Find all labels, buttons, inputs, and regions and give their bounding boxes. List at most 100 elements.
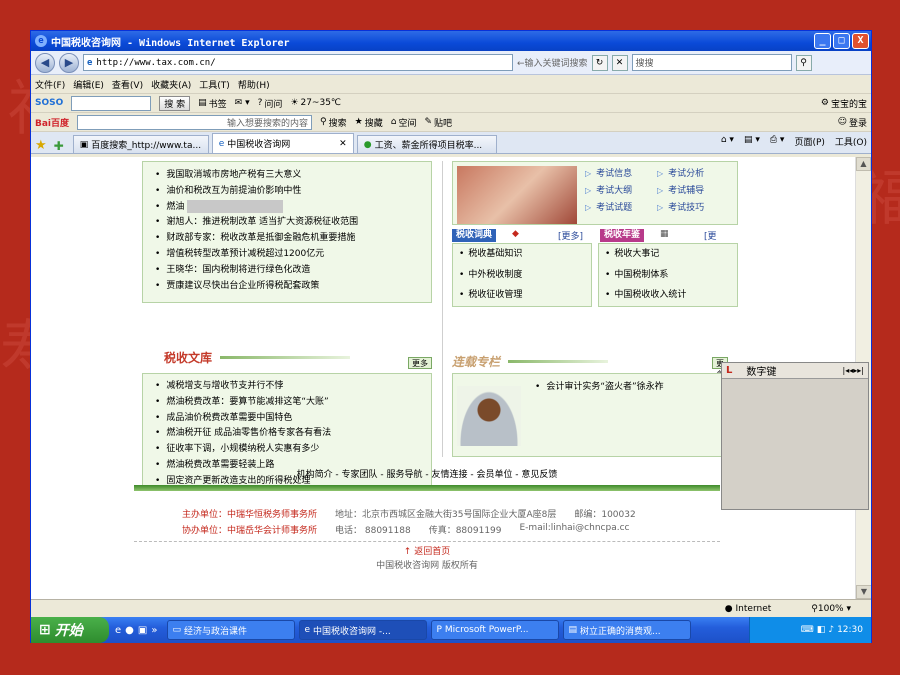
news-item[interactable]: 谢旭人：推进税制改革 适当扩大资源税征收范围 bbox=[155, 215, 431, 231]
wenku-more-button[interactable]: 更多 bbox=[408, 357, 432, 369]
home-icon[interactable]: ⌂ ▾ bbox=[721, 135, 734, 148]
exam-link[interactable]: 考试辅导 bbox=[657, 183, 729, 198]
email-text[interactable]: E-mail:linhai@chncpa.cc bbox=[520, 523, 630, 536]
tab-baidu[interactable]: ▣ 百度搜索_http://www.ta... bbox=[72, 135, 209, 153]
scroll-up-icon[interactable]: ▲ bbox=[856, 157, 871, 171]
task-button[interactable]: P Microsoft PowerP... bbox=[431, 620, 560, 640]
tax-yearbook-item[interactable]: 中国税收收入统计 bbox=[605, 285, 686, 306]
ie-quick-icon[interactable]: e bbox=[115, 625, 121, 636]
keyboard-icon[interactable]: ⌨ bbox=[801, 625, 814, 635]
tax-yearbook-item[interactable]: 税收大事记 bbox=[605, 244, 686, 265]
menu-view[interactable]: 查看(V) bbox=[112, 78, 143, 91]
footer-nav[interactable]: 机构简介 - 专家团队 - 服务导航 - 友情连接 - 会员单位 - 意见反馈 bbox=[134, 467, 720, 480]
favorites-star-icon[interactable]: ★ bbox=[35, 138, 47, 153]
menu-edit[interactable]: 编辑(E) bbox=[73, 78, 104, 91]
keypad-header[interactable]: L 数字键 |◂◂▸▸| bbox=[722, 363, 868, 379]
desktop-icon[interactable]: ▣ bbox=[138, 625, 147, 636]
news-item[interactable]: 贾康建议尽快出台企业所得税配套政策 bbox=[155, 279, 431, 295]
title-bar[interactable]: e 中国税收咨询网 - Windows Internet Explorer _ … bbox=[31, 31, 871, 51]
back-button[interactable]: ◀ bbox=[35, 52, 55, 73]
menu-favorites[interactable]: 收藏夹(A) bbox=[151, 78, 191, 91]
print-icon[interactable]: ⎙ ▾ bbox=[770, 135, 785, 148]
exam-link[interactable]: 考试试题 bbox=[585, 200, 657, 215]
zoom-control[interactable]: ⚲100% ▾ bbox=[811, 604, 851, 614]
wenku-item[interactable]: 燃油税开征 成品油零售价格专家各有看法 bbox=[155, 426, 431, 442]
column-item[interactable]: 会计审计实务“盗火者”徐永祚 bbox=[535, 380, 663, 396]
media-icon[interactable]: ● bbox=[125, 625, 134, 636]
close-button[interactable]: X bbox=[852, 33, 869, 49]
forward-button[interactable]: ▶ bbox=[59, 52, 79, 73]
tab-close-icon[interactable]: ✕ bbox=[339, 139, 347, 149]
address-text: 地址：北京市西城区金融大街35号国际企业大厦A座8层 bbox=[335, 510, 557, 520]
tab-tax-rate[interactable]: ● 工资、薪金所得项目税率... bbox=[356, 135, 497, 153]
wenku-item[interactable]: 征收率下调，小规模纳税人实惠有多少 bbox=[155, 442, 431, 458]
tax-dict-item[interactable]: 税收征收管理 bbox=[459, 285, 522, 306]
question-icon: ? bbox=[257, 98, 263, 108]
space-button[interactable]: ⌂ 空间 bbox=[391, 116, 417, 129]
refresh-icon[interactable]: ↻ bbox=[591, 54, 608, 71]
search-input[interactable]: 搜搜 bbox=[631, 54, 792, 71]
task-button[interactable]: ▤ 树立正确的消费观... bbox=[563, 620, 692, 640]
address-bar[interactable]: e http://www.tax.com.cn/ bbox=[83, 54, 513, 71]
baby-link[interactable]: ⚙ 宝宝的宝 bbox=[821, 97, 867, 110]
tab-tax-site[interactable]: e 中国税收咨询网 ✕ bbox=[211, 133, 354, 153]
start-button[interactable]: ⊞ 开始 bbox=[31, 617, 109, 643]
news-item[interactable]: 王晓华：国内税制将进行绿色化改造 bbox=[155, 263, 431, 279]
news-item[interactable]: 财政部专家：税收改革是抵御金融危机重要措施 bbox=[155, 231, 431, 247]
search-icon[interactable]: ⚲ bbox=[795, 54, 812, 71]
weather-item[interactable]: ☀ 27~35℃ bbox=[290, 98, 341, 108]
exam-link[interactable]: 考试分析 bbox=[657, 166, 729, 181]
login-button[interactable]: ☺ 登录 bbox=[838, 116, 867, 129]
tax-dict-item[interactable]: 税收基础知识 bbox=[459, 244, 522, 265]
tieba-button[interactable]: ✎ 贴吧 bbox=[424, 116, 452, 129]
tax-yearbook-item[interactable]: 中国税制体系 bbox=[605, 265, 686, 286]
baidu-toolbar: Bai百度 输入想要搜索的内容 ⚲ 搜索 ★ 搜藏 ⌂ 空间 ✎ 贴吧 ☺ 登录 bbox=[31, 113, 871, 132]
page-menu[interactable]: 页面(P) bbox=[794, 135, 824, 148]
numeric-keypad-panel[interactable]: L 数字键 |◂◂▸▸| bbox=[721, 362, 869, 510]
exam-link[interactable]: 考试技巧 bbox=[657, 200, 729, 215]
menu-help[interactable]: 帮助(H) bbox=[238, 78, 270, 91]
news-item[interactable]: 增值税转型改革预计减税超过1200亿元 bbox=[155, 247, 431, 263]
exam-link[interactable]: 考试信息 bbox=[585, 166, 657, 181]
tax-dict-item[interactable]: 中外税收制度 bbox=[459, 265, 522, 286]
bookmark-item[interactable]: ▤ 书签 bbox=[198, 97, 227, 110]
stop-icon[interactable]: ✕ bbox=[611, 54, 628, 71]
volume-icon[interactable]: ♪ bbox=[828, 625, 834, 635]
soso-search-input[interactable] bbox=[71, 95, 152, 111]
add-favorite-icon[interactable]: ✚ bbox=[54, 139, 64, 153]
exam-link[interactable]: 考试大纲 bbox=[585, 183, 657, 198]
collect-button[interactable]: ★ 搜藏 bbox=[355, 116, 383, 129]
feed-icon[interactable]: ▤ ▾ bbox=[744, 135, 760, 148]
news-item[interactable]: 我国取消城市房地产税有三大意义 bbox=[155, 168, 431, 184]
nav-arrows-icon[interactable]: |◂◂▸▸| bbox=[843, 366, 864, 375]
magnifier-icon: ⚲ bbox=[320, 117, 327, 127]
baidu-search-input[interactable]: 输入想要搜索的内容 bbox=[77, 114, 313, 130]
baidu-search-button[interactable]: ⚲ 搜索 bbox=[320, 116, 347, 129]
address-row: ◀ ▶ e http://www.tax.com.cn/ ←输入关键词搜索 ↻ … bbox=[31, 51, 871, 75]
news-list: 我国取消城市房地产税有三大意义 油价和税改互为前提油价影响中性 燃油 对下游行业… bbox=[143, 162, 431, 294]
minimize-button[interactable]: _ bbox=[814, 33, 831, 49]
maximize-button[interactable]: □ bbox=[833, 33, 850, 49]
network-icon[interactable]: ◧ bbox=[817, 625, 826, 635]
task-button[interactable]: e 中国税收咨询网 -... bbox=[299, 620, 428, 640]
wenwen-item[interactable]: ? 问问 bbox=[258, 97, 283, 110]
task-button[interactable]: ▭ 经济与政治课件 bbox=[167, 620, 296, 640]
header-bar bbox=[220, 355, 351, 359]
wenku-title: 税收文库 bbox=[164, 350, 213, 365]
tax-dict-more[interactable]: [更多] bbox=[558, 229, 583, 242]
news-item[interactable]: 油价和税改互为前提油价影响中性 bbox=[155, 184, 431, 200]
wenku-item[interactable]: 减税增支与增收节支并行不悖 bbox=[155, 379, 431, 395]
menu-file[interactable]: 文件(F) bbox=[35, 78, 65, 91]
wenku-item[interactable]: 成品油价税费改革需要中国特色 bbox=[155, 411, 431, 427]
wenku-item[interactable]: 燃油税费改革：要算节能减排这笔“大账” bbox=[155, 395, 431, 411]
zoom-icon: ⚲ bbox=[811, 603, 818, 614]
mail-icon[interactable]: ✉ ▾ bbox=[235, 98, 250, 108]
soso-search-button[interactable]: 搜 索 bbox=[159, 95, 191, 111]
tools-menu[interactable]: 工具(O) bbox=[835, 135, 867, 148]
menu-tools[interactable]: 工具(T) bbox=[199, 78, 230, 91]
clock[interactable]: 12:30 bbox=[837, 625, 863, 635]
home-link[interactable]: ↑ 返回首页 bbox=[134, 544, 720, 557]
column-list: 会计审计实务“盗火者”徐永祚 bbox=[523, 374, 663, 396]
scroll-down-icon[interactable]: ▼ bbox=[856, 585, 871, 599]
expand-icon[interactable]: » bbox=[151, 625, 157, 636]
